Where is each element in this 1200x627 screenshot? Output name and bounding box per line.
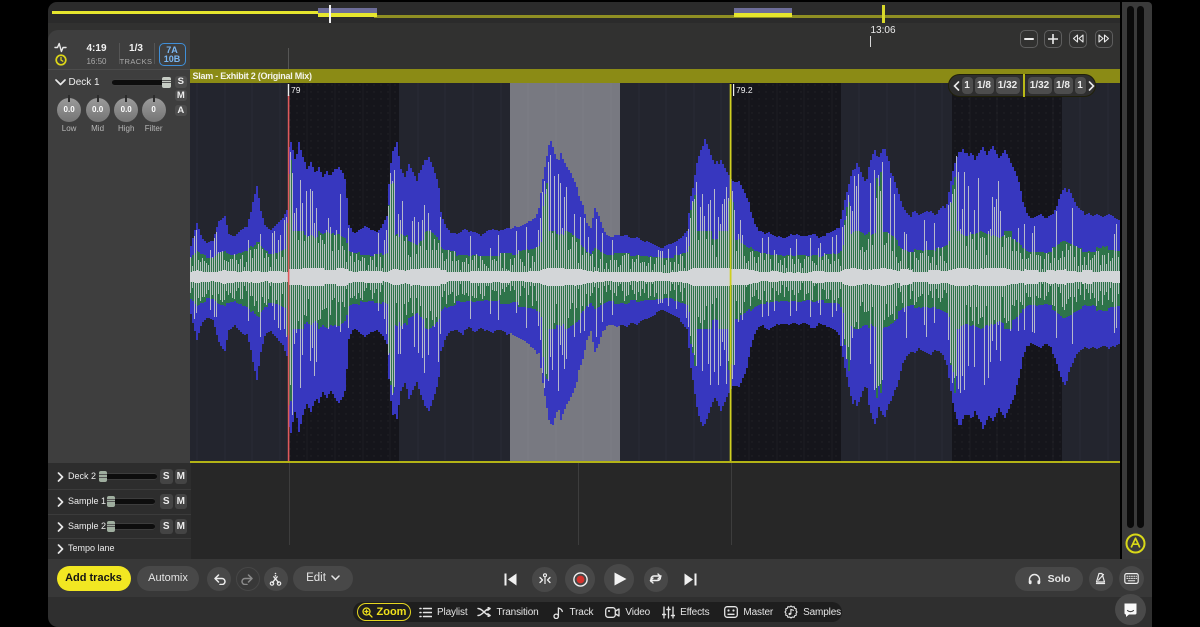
svg-text:79: 79 — [291, 85, 301, 95]
svg-text:79.2: 79.2 — [736, 85, 753, 95]
